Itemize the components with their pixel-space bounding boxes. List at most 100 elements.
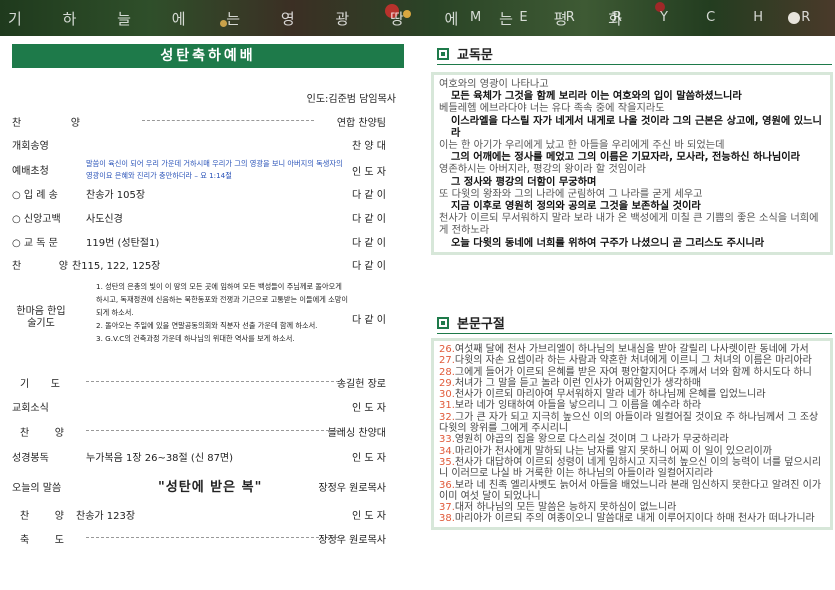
order-label: 찬 양: [12, 261, 68, 272]
verse-number: 26.: [439, 344, 455, 355]
scripture-box: 26.여섯째 달에 천사 가브리엘이 하나님의 보내심을 받아 갈릴리 나사렛이…: [431, 338, 833, 530]
verse: 36.보라 네 친족 엘리사벳도 늙어서 아들을 배었느니라 본래 임신하지 못…: [439, 480, 826, 503]
order-content: 찬송가 105장: [86, 190, 146, 201]
order-content: 사도신경: [86, 214, 123, 225]
verse-text: 마리아가 이르되 주의 여종이오니 말씀대로 내게 이루어지이다 하매 천사가 …: [454, 513, 815, 525]
verse-number: 27.: [439, 355, 455, 367]
section-square-icon: [437, 47, 449, 60]
verse-text: 천사가 이르되 마리아여 무서워하지 말라 네가 하나님께 은혜를 입었느니라: [454, 389, 766, 401]
order-leader: 인 도 자: [352, 167, 386, 178]
order-leader: 인 도 자: [352, 511, 386, 522]
responsive-reading-heading: 교독문: [437, 44, 832, 65]
verse-text: 천사가 대답하여 이르되 성령이 네게 임하시고 지극히 높으신 이의 능력이 …: [439, 456, 822, 480]
sermon-title: "성탄에 받은 복": [158, 480, 263, 495]
congregation-line: 오늘 다윗의 동네에 너희를 위하여 구주가 나셨으니 곧 그리스도 주시니라: [451, 237, 765, 249]
banner-right-text: M E R R Y C H R I S T M A S: [470, 10, 835, 25]
verse-number: 30.: [439, 389, 455, 401]
leader-line: 여호와의 영광이 나타나고: [439, 79, 549, 90]
order-leader: 장정우 원로목사: [318, 535, 386, 546]
dotted-leader: [86, 381, 344, 382]
order-content: 누가복음 1장 26~38절 (신 87면): [86, 453, 234, 464]
page-title: 성탄축하예배: [12, 44, 404, 68]
order-label: 찬 양: [20, 428, 64, 439]
section-title: 본문구절: [457, 317, 505, 332]
verse-number: 31.: [439, 400, 455, 412]
order-label: 찬 양: [20, 511, 64, 522]
verse-text: 영원히 야곱의 집을 왕으로 다스리실 것이며 그 나라가 무궁하리라: [454, 434, 729, 446]
order-leader: 다 같 이: [352, 315, 386, 326]
verse-number: 33.: [439, 434, 455, 446]
order-leader: 연합 찬양팀: [336, 118, 386, 129]
verse-text: 여섯째 달에 천사 가브리엘이 하나님의 보내심을 받아 갈릴리 나사렛이란 동…: [454, 344, 809, 355]
order-leader: 다 같 이: [352, 190, 386, 201]
verse-number: 35.: [439, 456, 455, 468]
dotted-leader: [86, 430, 344, 431]
verse: 37.대저 하나님의 모든 말씀은 능하지 못하심이 없느니라: [439, 502, 826, 513]
order-label: 한마음 한입술기도: [16, 306, 66, 329]
order-leader: 찬 양 대: [352, 141, 386, 152]
section-square-icon: [437, 316, 449, 329]
order-leader: 블레싱 찬양대: [327, 428, 386, 439]
verse-number: 38.: [439, 513, 455, 525]
order-label: 교회소식: [12, 403, 49, 414]
verse: 28.그에게 들어가 이르되 은혜를 받은 자여 평안할지어다 주께서 너와 함…: [439, 367, 826, 378]
prayer-item: 2. 돌아오는 주일에 있을 연말공동의회와 직분자 선출 가운데 함께 하소서…: [96, 321, 318, 330]
verse-text: 마리아가 천사에게 말하되 나는 남자를 알지 못하니 어찌 이 일이 있으리이…: [454, 445, 772, 457]
verse-number: 34.: [439, 445, 455, 457]
verse-text: 그에게 들어가 이르되 은혜를 받은 자여 평안할지어다 주께서 너와 함께 하…: [454, 366, 812, 378]
section-rule: [437, 64, 832, 65]
verse-number: 29.: [439, 377, 455, 389]
congregation-line: 모든 육체가 그것을 함께 보리라 이는 여호와의 입이 말씀하셨느니라: [451, 91, 742, 103]
order-label: 성경봉독: [12, 453, 49, 464]
verse: 29.처녀가 그 말을 듣고 놀라 이런 인사가 어찌함인가 생각하매: [439, 378, 826, 389]
order-label: 기 도: [20, 379, 60, 390]
verse: 38.마리아가 이르되 주의 여종이오니 말씀대로 내게 이루어지이다 하매 천…: [439, 513, 826, 524]
verse: 35.천사가 대답하여 이르되 성령이 네게 임하시고 지극히 높으신 이의 능…: [439, 457, 826, 480]
verse: 32.그가 큰 자가 되고 지극히 높으신 이의 아들이라 일컬어질 것이요 주…: [439, 412, 826, 435]
leader-line: 또 다윗의 왕좌와 그의 나라에 군림하여 그 나라를 굳게 세우고: [439, 188, 703, 200]
verse: 34.마리아가 천사에게 말하되 나는 남자를 알지 못하니 어찌 이 일이 있…: [439, 446, 826, 457]
worship-order: 성탄축하예배 인도:김준범 담임목사 찬 양 연합 찬양팀 개회송영 찬 양 대…: [12, 44, 404, 546]
section-title: 교독문: [457, 48, 493, 63]
order-content: 찬115, 122, 125장: [72, 261, 161, 272]
order-label: 오늘의 말씀: [12, 483, 62, 494]
order-leader: 다 같 이: [352, 261, 386, 272]
leader-line: 영존하시는 아버지라, 평강의 왕이라 할 것임이라: [439, 164, 646, 176]
prayer-item: 3. G.V.C의 건축과정 가운데 하나님의 위대한 역사를 보게 하소서.: [96, 334, 295, 343]
verse: 30.천사가 이르되 마리아여 무서워하지 말라 네가 하나님께 은혜를 입었느…: [439, 389, 826, 400]
verse: 31.보라 네가 잉태하여 아들을 낳으리니 그 이름을 예수라 하라: [439, 400, 826, 411]
preacher-line: 인도:김준범 담임목사: [306, 94, 396, 105]
congregation-line: 그 정사와 평강의 더함이 무궁하며: [451, 176, 597, 188]
verse: 33.영원히 야곱의 집을 왕으로 다스리실 것이며 그 나라가 무궁하리라: [439, 434, 826, 445]
order-label: ○ 입 례 송: [12, 190, 58, 201]
order-label: 예배초청: [12, 166, 49, 177]
responsive-reading-box: 여호와의 영광이 나타나고 모든 육체가 그것을 함께 보리라 이는 여호와의 …: [431, 72, 833, 255]
order-label: 찬 양: [12, 118, 80, 129]
order-label: 축 도: [20, 535, 64, 546]
verse-number: 36.: [439, 479, 455, 491]
order-label: 개회송영: [12, 141, 49, 152]
verse-text: 처녀가 그 말을 듣고 놀라 이런 인사가 어찌함인가 생각하매: [454, 377, 702, 389]
christmas-banner: 기 하 늘 에 는 영 광 땅 에 는 평 화 M E R R Y C H R …: [0, 0, 835, 36]
verse: 27.다윗의 자손 요셉이라 하는 사람과 약혼한 처녀에게 이르니 그 처녀의…: [439, 355, 826, 366]
order-content: 찬송가 123장: [76, 511, 136, 522]
order-label: ○ 신앙고백: [12, 214, 61, 225]
congregation-line: 이스라엘을 다스릴 자가 네게서 내게로 나올 것이라 그의 근본은 상고에, …: [451, 115, 822, 139]
prayer-item: 1. 성탄의 은총의 빛이 이 땅의 모든 곳에 임하여 모든 백성들이 주님께…: [96, 282, 349, 317]
verse-number: 37.: [439, 502, 455, 514]
leader-line: 베들레헴 에브라다야 너는 유다 족속 중에 작을지라도: [439, 103, 665, 115]
leader-line: 천사가 이르되 무서워하지 말라 보라 내가 온 백성에게 미칠 큰 기쁨의 좋…: [439, 213, 819, 237]
invitation-verse: 말씀이 육신이 되어 우리 가운데 거하시매 우리가 그의 영광을 보니 아버지…: [86, 159, 343, 180]
prayer-list: 1. 성탄의 은총의 빛이 이 땅의 모든 곳에 임하여 모든 백성들이 주님께…: [86, 280, 348, 345]
order-leader: 인 도 자: [352, 403, 386, 414]
dotted-leader: [86, 537, 344, 538]
congregation-line: 그의 어깨에는 정사를 메었고 그의 이름은 기묘자라, 모사라, 전능하신 하…: [451, 152, 800, 164]
verse: 26.여섯째 달에 천사 가브리엘이 하나님의 보내심을 받아 갈릴리 나사렛이…: [439, 344, 826, 355]
leader-line: 이는 한 아기가 우리에게 났고 한 아들을 우리에게 주신 바 되었는데: [439, 140, 725, 152]
order-leader: 인 도 자: [352, 453, 386, 464]
order-leader: 다 같 이: [352, 214, 386, 225]
verse-text: 보라 네 친족 엘리사벳도 늙어서 아들을 배었느니라 본래 임신하지 못한다고…: [439, 479, 822, 502]
verse-text: 다윗의 자손 요셉이라 하는 사람과 약혼한 처녀에게 이르니 그 처녀의 이름…: [454, 355, 812, 367]
order-leader: 송길헌 장로: [336, 379, 386, 390]
order-leader: 장정우 원로목사: [318, 483, 386, 494]
